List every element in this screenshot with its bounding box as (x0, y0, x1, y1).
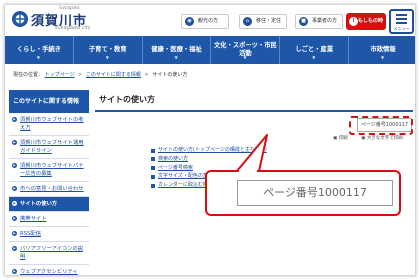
browser-page: Sukagawa 須賀川市 sukagawa city ◉ 観光の方 ⌂ 移住・… (4, 4, 416, 276)
callout-pointer (236, 134, 268, 172)
page-number-callout: ページ番号1000117 (205, 170, 401, 216)
page-number-enlarged: ページ番号1000117 (237, 180, 393, 206)
